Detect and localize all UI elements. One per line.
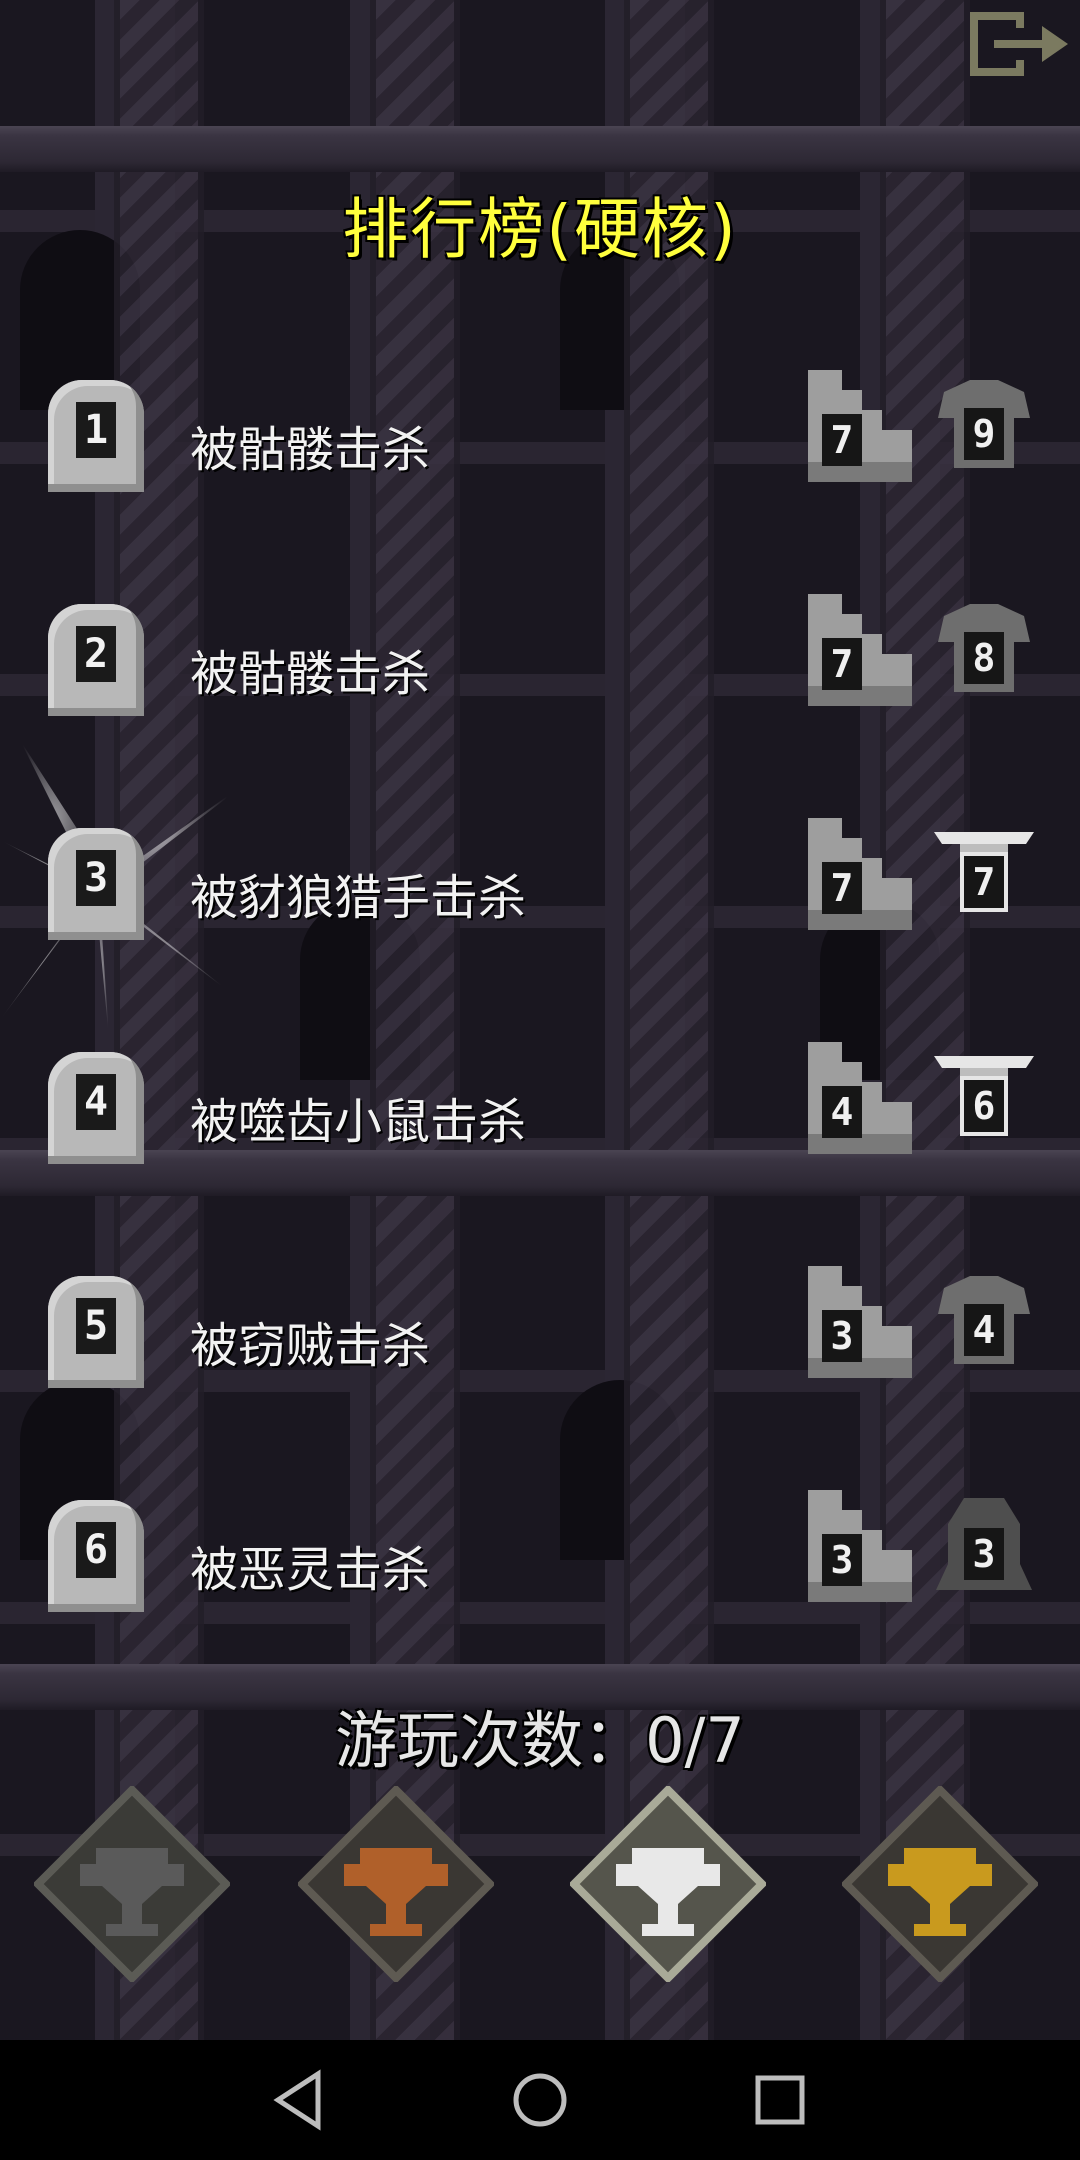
depth-badge-wrap: 7 [808,818,912,930]
rank-number: 3 [76,850,116,906]
rank-number: 1 [76,402,116,458]
games-played-counter: 游玩次数：0/7 [335,1704,745,1777]
trophy-silver-icon[interactable] [570,1786,766,1982]
death-cause: 被噬齿小鼠击杀 [190,1094,527,1150]
exit-icon[interactable] [964,6,1074,82]
depth-badge-wrap: 7 [808,370,912,482]
recents-icon[interactable] [740,2060,820,2140]
armor-tier: 4 [964,1304,1004,1356]
tombstone-icon: 6 [48,1500,144,1612]
page-title: 排行榜(硬核) [342,191,738,268]
depth-value: 7 [822,414,862,466]
home-icon[interactable] [500,2060,580,2140]
death-cause: 被恶灵击杀 [190,1542,431,1598]
game-screen: 排行榜(硬核) 1 被骷髅击杀 7 9 2 被骷髅击杀 7 8 3 被豺狼猎手击… [0,0,1080,2040]
depth-badge-wrap: 3 [808,1490,912,1602]
ranking-row[interactable]: 1 被骷髅击杀 7 9 [0,370,1080,520]
depth-value: 4 [822,1086,862,1138]
depth-badge-wrap: 7 [808,594,912,706]
tombstone-icon: 2 [48,604,144,716]
armor-tier: 3 [964,1528,1004,1580]
armor-badge-wrap: 8 [934,598,1034,698]
ranking-row[interactable]: 3 被豺狼猎手击杀 7 7 [0,818,1080,968]
death-cause: 被骷髅击杀 [190,422,431,478]
tombstone-icon: 5 [48,1276,144,1388]
depth-value: 3 [822,1310,862,1362]
armor-badge-wrap: 3 [934,1494,1034,1594]
rank-number: 5 [76,1298,116,1354]
armor-badge-wrap: 9 [934,374,1034,474]
depth-value: 7 [822,638,862,690]
ranking-row[interactable]: 2 被骷髅击杀 7 8 [0,594,1080,744]
trophy-gold-icon[interactable] [842,1786,1038,1982]
rank-number: 4 [76,1074,116,1130]
death-cause: 被豺狼猎手击杀 [190,870,527,926]
ranking-row[interactable]: 6 被恶灵击杀 3 3 [0,1490,1080,1640]
trophy-bronze-icon[interactable] [298,1786,494,1982]
tombstone-icon: 4 [48,1052,144,1164]
armor-tier: 8 [964,632,1004,684]
tombstone-icon: 3 [48,828,144,940]
back-icon[interactable] [260,2060,340,2140]
armor-tier: 9 [964,408,1004,460]
armor-badge-wrap: 4 [934,1270,1034,1370]
depth-value: 3 [822,1534,862,1586]
armor-badge-wrap: 7 [934,822,1034,922]
rank-number: 2 [76,626,116,682]
armor-tier: 6 [964,1080,1004,1132]
tombstone-icon: 1 [48,380,144,492]
depth-badge-wrap: 4 [808,1042,912,1154]
ranking-row[interactable]: 4 被噬齿小鼠击杀 4 6 [0,1042,1080,1192]
death-cause: 被窃贼击杀 [190,1318,431,1374]
depth-badge-wrap: 3 [808,1266,912,1378]
death-cause: 被骷髅击杀 [190,646,431,702]
background-beam [0,126,1080,172]
depth-value: 7 [822,862,862,914]
trophy-gray-icon[interactable] [34,1786,230,1982]
system-nav-bar [0,2040,1080,2160]
armor-badge-wrap: 6 [934,1046,1034,1146]
armor-tier: 7 [964,856,1004,908]
ranking-row[interactable]: 5 被窃贼击杀 3 4 [0,1266,1080,1416]
rank-number: 6 [76,1522,116,1578]
